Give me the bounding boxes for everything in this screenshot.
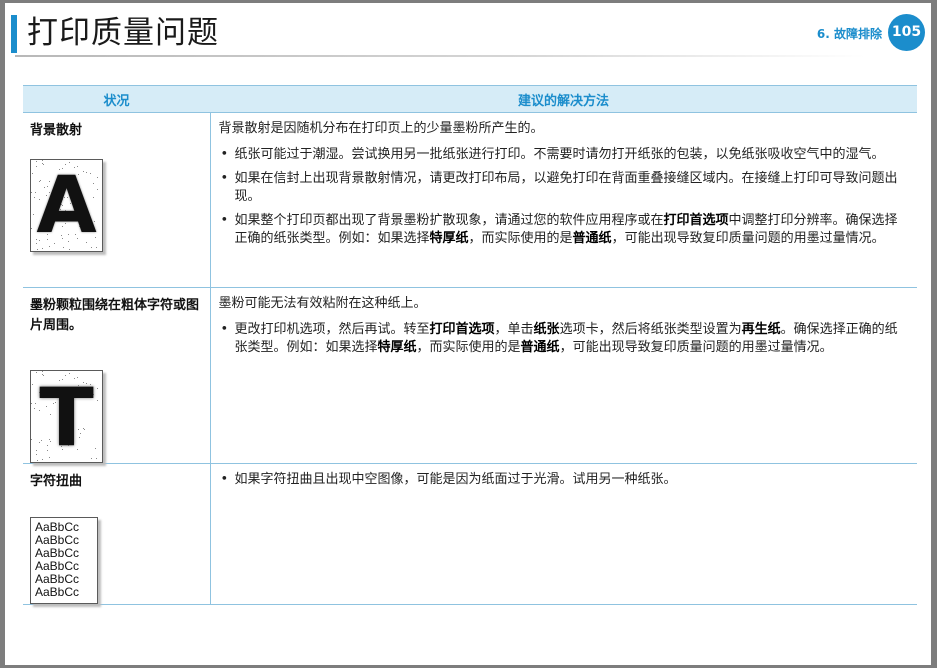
solution-list: 更改打印机选项，然后再试。转至打印首选项，单击纸张选项卡，然后将纸张类型设置为再… (219, 321, 910, 357)
table-header-row: 状况 建议的解决方法 (23, 85, 917, 113)
solution-bullet: 更改打印机选项，然后再试。转至打印首选项，单击纸张选项卡，然后将纸张类型设置为再… (219, 321, 910, 357)
solution-bullet: 如果在信封上出现背景散射情况，请更改打印布局，以避免打印在背面重叠接缝区域内。在… (219, 170, 910, 206)
solution-bullet: 纸张可能过于潮湿。尝试换用另一批纸张进行打印。不需要时请勿打开纸张的包装，以免纸… (219, 146, 910, 164)
manual-page: 打印质量问题 6. 故障排除 105 状况 建议的解决方法 背景散射 A 背景散… (5, 3, 931, 665)
title-underline (15, 55, 865, 57)
solution-intro: 墨粉可能无法有效粘附在这种纸上。 (218, 296, 427, 311)
chapter-label: 6. 故障排除 (816, 27, 882, 41)
toner-particles-sample-image: T (30, 370, 103, 463)
condition-cell: 墨粉颗粒围绕在粗体字符或图片周围。 T (23, 287, 211, 464)
background-scatter-sample-image: A (30, 159, 103, 252)
solution-list: 纸张可能过于潮湿。尝试换用另一批纸张进行打印。不需要时请勿打开纸张的包装，以免纸… (219, 146, 910, 248)
table-row: 背景散射 A 背景散射是因随机分布在打印页上的少量墨粉所产生的。 纸张可能过于潮… (23, 112, 917, 288)
solution-cell: 墨粉可能无法有效粘附在这种纸上。 更改打印机选项，然后再试。转至打印首选项，单击… (210, 287, 917, 464)
sample-letter: T (39, 371, 94, 463)
solution-bullet: 如果整个打印页都出现了背景墨粉扩散现象，请通过您的软件应用程序或在打印首选项中调… (219, 212, 910, 248)
solution-cell: 背景散射是因随机分布在打印页上的少量墨粉所产生的。 纸张可能过于潮湿。尝试换用另… (210, 112, 917, 288)
sample-text-line: AaBbCc (35, 585, 80, 599)
table-row: 字符扭曲 AaBbCc AaBbCc AaBbCc AaBbCc AaBbCc … (23, 463, 917, 605)
solution-cell: 如果字符扭曲且出现中空图像，可能是因为纸面过于光滑。试用另一种纸张。 (210, 463, 917, 605)
distorted-characters-sample-image: AaBbCc AaBbCc AaBbCc AaBbCc AaBbCc AaBbC… (30, 517, 98, 604)
column-header-condition: 状况 (23, 85, 210, 113)
solution-bullet: 如果字符扭曲且出现中空图像，可能是因为纸面过于光滑。试用另一种纸张。 (219, 471, 910, 489)
condition-label: 墨粉颗粒围绕在粗体字符或图片周围。 (30, 298, 200, 333)
title-accent-bar (11, 15, 17, 53)
sample-letter: A (36, 161, 97, 251)
condition-cell: 背景散射 A (23, 112, 211, 288)
column-header-solution: 建议的解决方法 (210, 85, 917, 113)
troubleshooting-table: 状况 建议的解决方法 背景散射 A 背景散射是因随机分布在打印页上的少量墨粉所产… (23, 85, 917, 605)
condition-cell: 字符扭曲 AaBbCc AaBbCc AaBbCc AaBbCc AaBbCc … (23, 463, 211, 605)
page-title: 打印质量问题 (27, 15, 219, 51)
condition-label: 字符扭曲 (30, 474, 83, 489)
condition-label: 背景散射 (30, 123, 83, 138)
solution-list: 如果字符扭曲且出现中空图像，可能是因为纸面过于光滑。试用另一种纸张。 (219, 471, 910, 489)
page-number-badge: 105 (888, 14, 925, 51)
solution-intro: 背景散射是因随机分布在打印页上的少量墨粉所产生的。 (218, 121, 544, 136)
table-row: 墨粉颗粒围绕在粗体字符或图片周围。 T 墨粉可能无法有效粘附在这种纸上。 更改打… (23, 287, 917, 464)
